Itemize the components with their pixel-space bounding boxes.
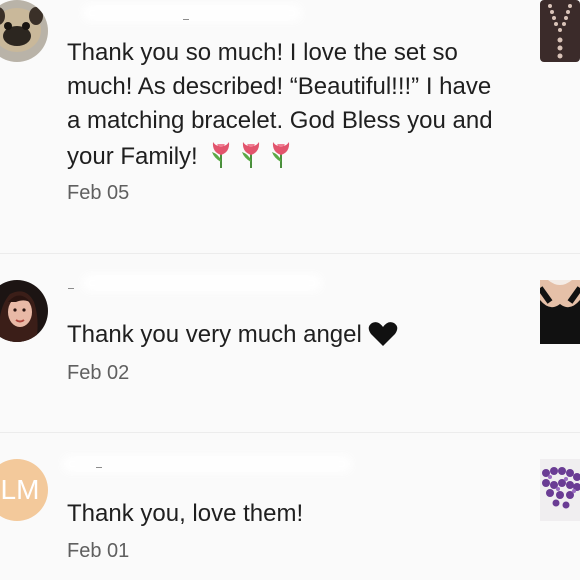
review-date: Feb 01: [67, 540, 130, 562]
reviewer-name-redacted: [62, 455, 352, 473]
initials-avatar[interactable]: LM: [0, 459, 48, 521]
review-text-content: Thank you, love them!: [67, 500, 304, 527]
review-item: Thank you so much! I love the set so muc…: [0, 0, 580, 252]
avatar-initials: LM: [0, 474, 40, 505]
tulip-icon: [208, 138, 234, 178]
pug-avatar-icon[interactable]: [0, 0, 48, 62]
review-text: Thank you so much! I love the set so muc…: [67, 36, 507, 178]
reviewer-name-redacted: [82, 4, 302, 22]
tulip-icon: [238, 138, 264, 178]
review-item: LM Thank you, love them! Feb 01: [0, 433, 580, 580]
review-text-content: Thank you very much angel: [67, 321, 362, 348]
woman-avatar-icon[interactable]: [0, 280, 48, 342]
review-item: Thank you very much angel Feb 02: [0, 254, 580, 432]
black-heart-icon: [368, 321, 398, 357]
necklace-thumbnail-icon[interactable]: [540, 0, 580, 62]
black-top-thumbnail-icon[interactable]: [540, 280, 580, 344]
name-separator: [68, 288, 74, 289]
review-date: Feb 02: [67, 362, 130, 384]
review-text: Thank you very much angel: [67, 318, 507, 357]
amethyst-bracelet-thumbnail-icon[interactable]: [540, 459, 580, 521]
name-separator: [96, 467, 102, 468]
reviewer-name-redacted: [82, 274, 322, 292]
review-text: Thank you, love them!: [67, 497, 507, 531]
review-date: Feb 05: [67, 182, 130, 204]
name-separator: [183, 19, 189, 20]
tulip-icon: [268, 138, 294, 178]
